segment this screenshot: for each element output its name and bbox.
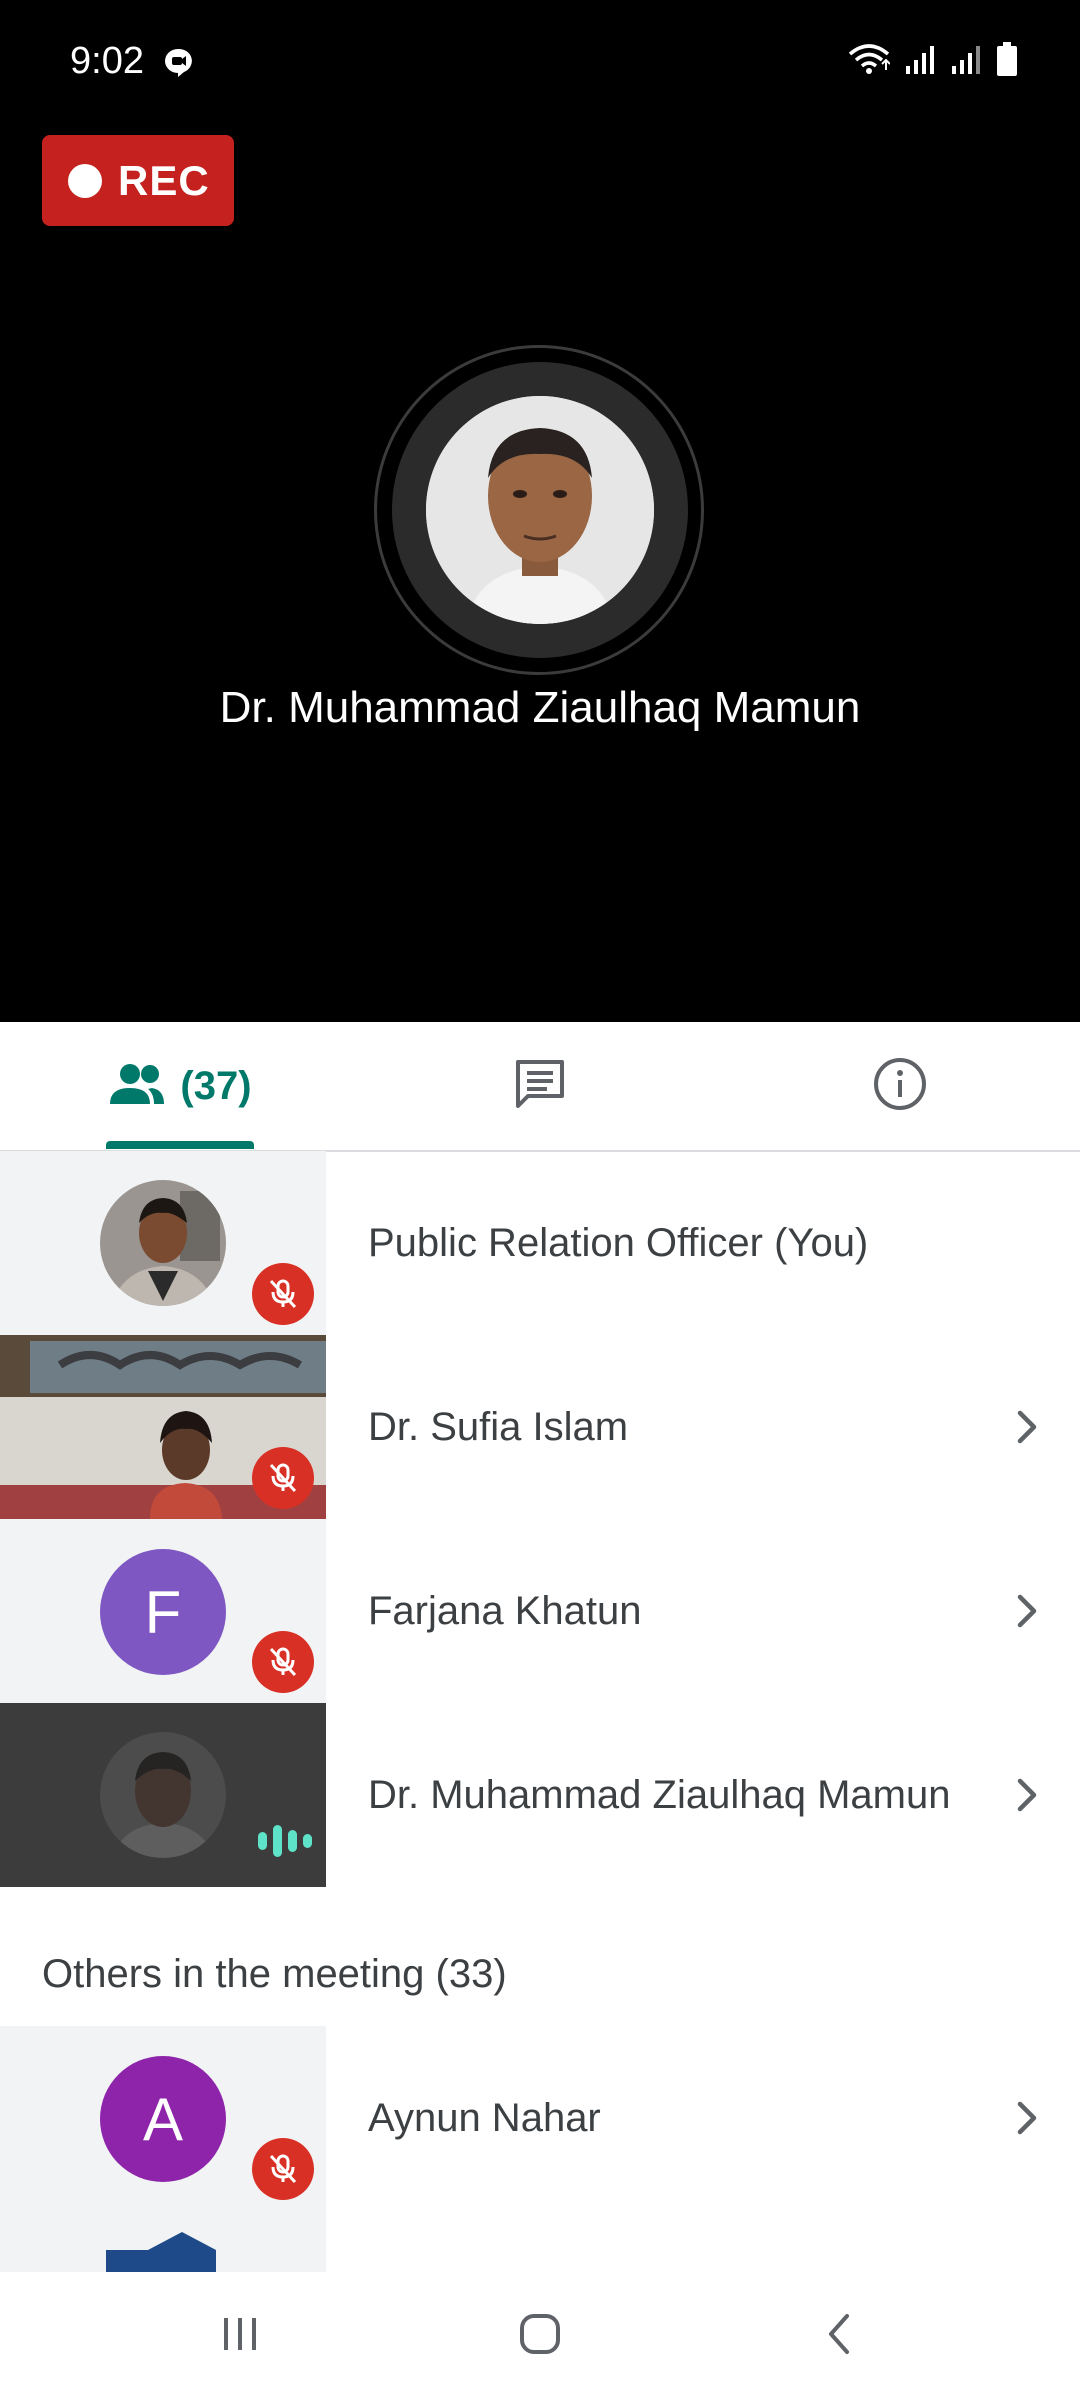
participant-name: Public Relation Officer (You): [368, 1221, 869, 1265]
participant-row[interactable]: A Aynun Nahar: [0, 2026, 1080, 2210]
home-icon: [518, 2312, 562, 2361]
back-icon: [825, 2312, 855, 2361]
participant-name: Farjana Khatun: [368, 1589, 642, 1633]
back-button[interactable]: [740, 2272, 940, 2400]
participant-row[interactable]: Dr. Muhammad Ziaulhaq Mamun: [0, 1703, 1080, 1887]
tab-info[interactable]: [720, 1022, 1080, 1150]
active-tab-indicator: [106, 1141, 254, 1149]
people-count: (37): [180, 1063, 252, 1108]
active-speaker-name: Dr. Muhammad Ziaulhaq Mamun: [219, 683, 861, 732]
info-icon: [872, 1056, 928, 1117]
participant-thumbnail: [0, 1151, 326, 1335]
chevron-right-icon: [1012, 2090, 1042, 2151]
mic-off-icon: [252, 1631, 314, 1693]
recording-label: REC: [118, 156, 210, 204]
status-time: 9:02: [70, 40, 144, 82]
participant-row[interactable]: F Farjana Khatun: [0, 1519, 1080, 1703]
signal-icon-2: [950, 44, 982, 81]
record-dot-icon: [68, 163, 102, 198]
battery-icon: [996, 42, 1018, 81]
speaker-avatar: [426, 396, 654, 624]
meeting-stage: 9:02 REC Dr. Muhammad Ziaulhaq Mamun: [0, 0, 1080, 1022]
participant-row-partial[interactable]: [0, 2210, 1080, 2272]
recent-apps-icon: [220, 2314, 260, 2359]
others-section-title: Others in the meeting (33): [42, 1952, 507, 1996]
participant-thumbnail: [0, 2210, 326, 2272]
mic-off-icon: [252, 1447, 314, 1509]
participant-thumbnail: F: [0, 1519, 326, 1703]
participant-video-thumbnail: [0, 1335, 326, 1519]
participant-row[interactable]: Dr. Sufia Islam: [0, 1335, 1080, 1519]
participant-name: Dr. Muhammad Ziaulhaq Mamun: [368, 1773, 951, 1817]
chat-icon: [512, 1056, 568, 1117]
system-nav-bar: [0, 2272, 1080, 2400]
chevron-right-icon: [1012, 1767, 1042, 1828]
speaking-indicator-icon: [258, 1825, 312, 1857]
home-button[interactable]: [440, 2272, 640, 2400]
tab-chat[interactable]: [360, 1022, 720, 1150]
wifi-icon: [848, 44, 891, 81]
signal-icon-1: [904, 44, 936, 81]
participant-thumbnail: A: [0, 2026, 326, 2210]
participant-row[interactable]: Public Relation Officer (You): [0, 1151, 1080, 1335]
status-icons: [848, 42, 1018, 81]
chevron-right-icon: [1012, 1399, 1042, 1460]
mic-off-icon: [252, 2138, 314, 2200]
recording-badge: REC: [42, 135, 234, 226]
message-notification-icon: [163, 47, 193, 82]
participant-name: Aynun Nahar: [368, 2096, 601, 2140]
tab-people[interactable]: (37): [0, 1022, 360, 1150]
people-icon: [108, 1062, 166, 1111]
status-bar: 9:02: [0, 0, 1080, 125]
panel-tabs: (37): [0, 1022, 1080, 1152]
avatar: F: [100, 1549, 226, 1675]
chevron-right-icon: [1012, 1583, 1042, 1644]
participant-name: Dr. Sufia Islam: [368, 1405, 629, 1449]
mic-off-icon: [252, 1263, 314, 1325]
avatar: A: [100, 2056, 226, 2182]
recent-apps-button[interactable]: [140, 2272, 340, 2400]
participant-thumbnail: [0, 1703, 326, 1887]
